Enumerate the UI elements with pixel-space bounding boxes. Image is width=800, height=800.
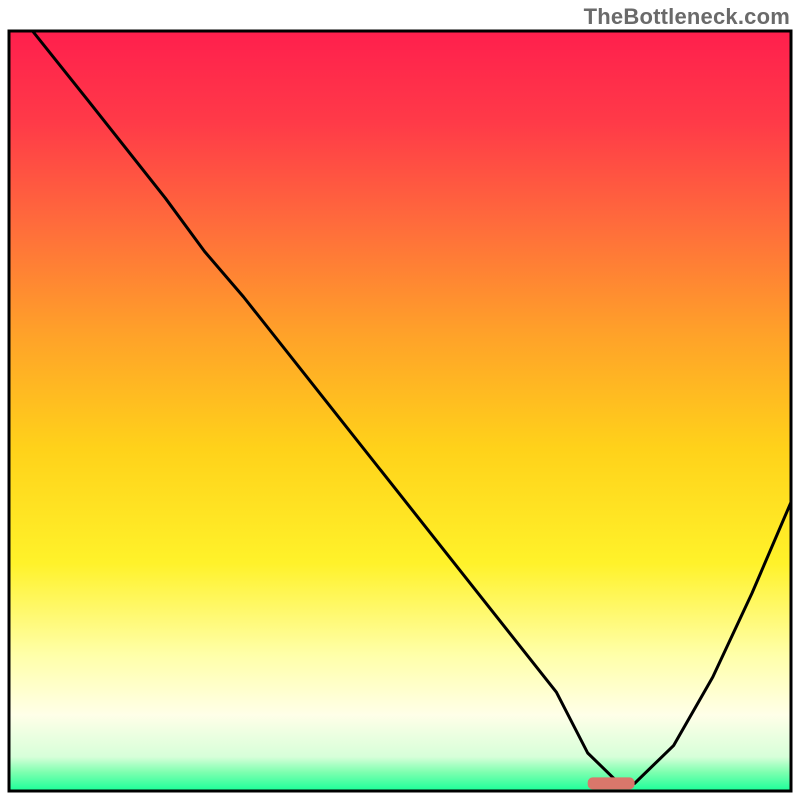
chart-background <box>9 31 791 791</box>
watermark-text: TheBottleneck.com <box>584 4 790 30</box>
optimum-marker <box>588 777 635 789</box>
chart-svg <box>0 0 800 800</box>
chart-container: TheBottleneck.com <box>0 0 800 800</box>
